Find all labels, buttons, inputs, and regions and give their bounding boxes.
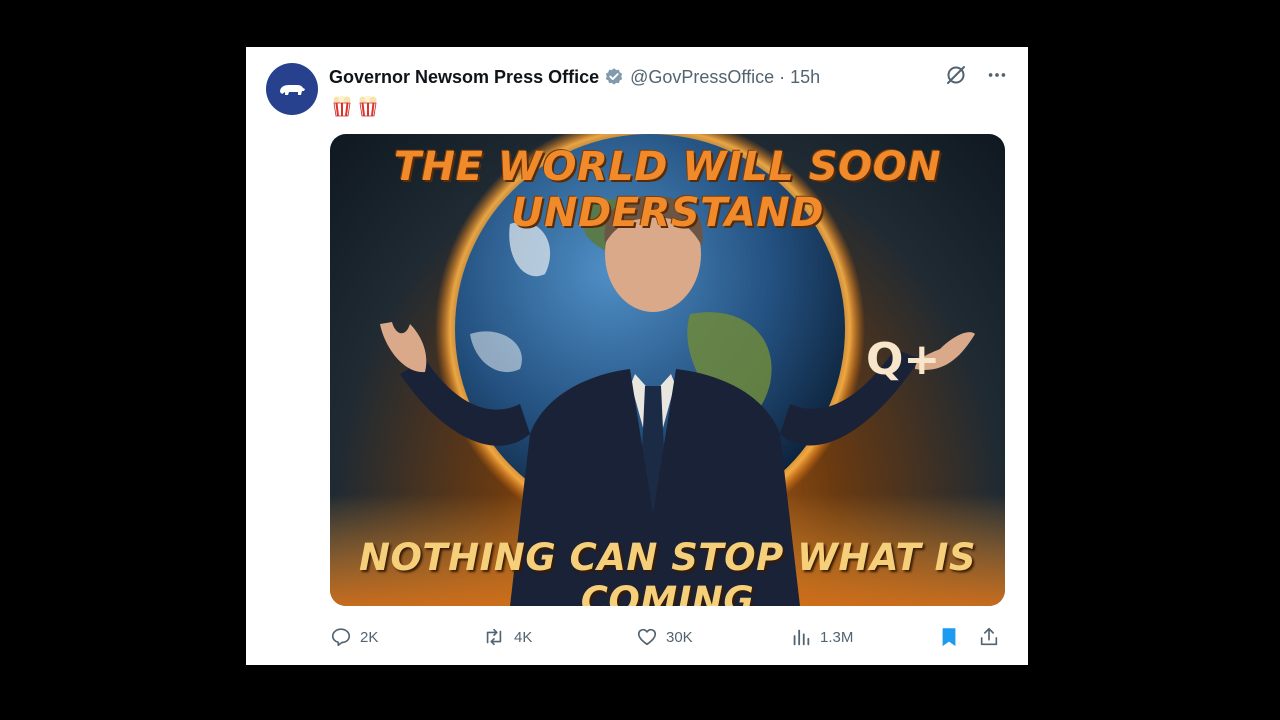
image-badge: Q+ [866,334,941,385]
verified-badge-icon [604,67,624,87]
popcorn-icon [359,95,377,117]
repost-count: 4K [514,628,533,646]
header-actions [944,63,1008,92]
reply-icon [331,628,351,647]
share-icon [980,627,998,646]
views-icon [793,629,810,646]
like-count: 30K [666,628,693,646]
post-time[interactable]: 15h [790,67,820,88]
author-name[interactable]: Governor Newsom Press Office [329,67,599,88]
views-button[interactable]: 1.3M [790,626,938,648]
post-card[interactable]: Governor Newsom Press Office @GovPressOf… [246,47,1028,665]
bear-flag-icon [280,85,305,95]
grok-icon[interactable] [944,63,968,92]
image-caption-top: THE WORLD WILL SOON UNDERSTAND [393,144,942,236]
views-count: 1.3M [820,628,854,646]
repost-icon [486,628,502,646]
share-button[interactable] [978,626,1002,648]
image-caption-bottom: NOTHING CAN STOP WHAT IS COMING [359,536,976,606]
post-image[interactable]: THE WORLD WILL SOON UNDERSTAND Q+ NOTHIN… [330,134,1005,606]
heart-icon [637,628,657,646]
more-icon[interactable] [986,64,1008,91]
bookmark-icon [942,628,956,647]
popcorn-icon [333,95,351,117]
post-text [332,95,378,117]
like-button[interactable]: 30K [636,626,790,648]
action-bar: 2K 4K 30K 1.3M [330,624,1006,650]
repost-button[interactable]: 4K [482,626,636,648]
bookmark-button[interactable] [938,625,978,649]
reply-button[interactable]: 2K [330,626,482,648]
separator-dot: · [779,66,786,87]
avatar[interactable] [266,63,318,115]
post-header: Governor Newsom Press Office @GovPressOf… [329,64,1008,90]
author-handle[interactable]: @GovPressOffice [630,67,774,88]
reply-count: 2K [360,628,379,646]
